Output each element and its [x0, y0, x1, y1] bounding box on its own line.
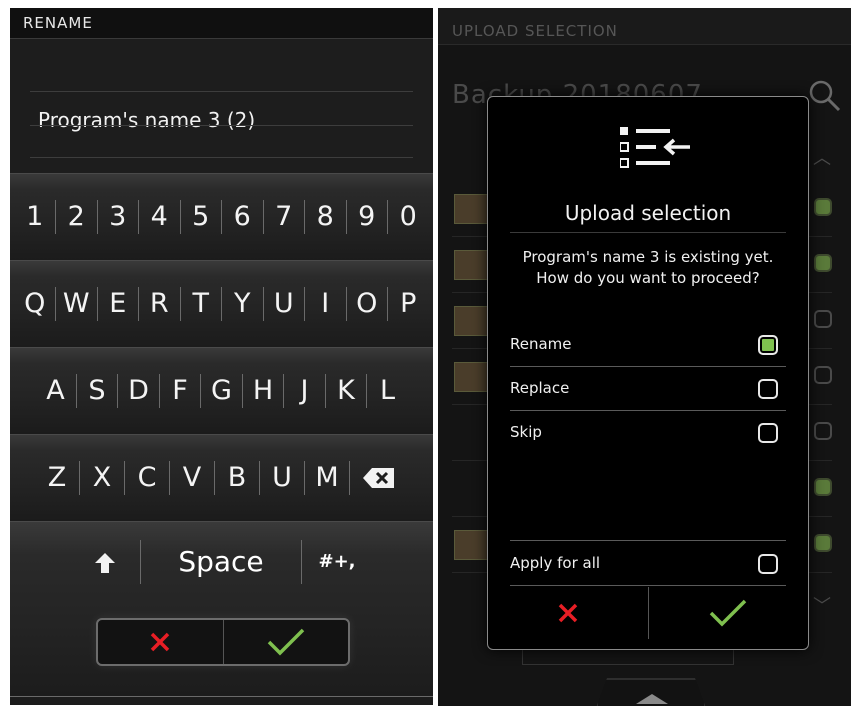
option-apply-for-all[interactable]: Apply for all	[510, 540, 786, 586]
option-label: Replace	[510, 379, 570, 397]
key-o[interactable]: O	[345, 287, 388, 321]
upload-selection-panel: UPLOAD SELECTION Backup 20180607 ︿ ﹀ Upl…	[438, 8, 851, 706]
upload-selection-header: UPLOAD SELECTION	[438, 8, 851, 45]
key-t[interactable]: T	[179, 287, 222, 321]
key-u2[interactable]: U	[259, 461, 304, 495]
option-replace[interactable]: Replace	[510, 366, 786, 411]
search-icon[interactable]	[807, 78, 841, 112]
dialog-title: Upload selection	[564, 201, 732, 225]
message-line-1: Program's name 3 is existing yet.	[522, 248, 774, 266]
skip-checkbox[interactable]	[758, 423, 778, 443]
keyboard-row-q: Q W E R T Y U I O P	[10, 260, 433, 347]
rename-keyboard-panel: RENAME Program's name 3 (2) 1 2 3 4 5 6 …	[10, 8, 433, 705]
dialog-confirm-button[interactable]	[647, 587, 809, 639]
upload-selection-dialog: Upload selection Program's name 3 is exi…	[487, 96, 809, 650]
keyboard-row-z: Z X C V B U M	[10, 434, 433, 521]
key-v[interactable]: V	[169, 461, 214, 495]
cancel-icon	[151, 632, 170, 652]
key-w[interactable]: W	[55, 287, 97, 321]
program-name-input[interactable]: Program's name 3 (2)	[30, 58, 413, 132]
key-9[interactable]: 9	[345, 200, 388, 234]
key-d[interactable]: D	[117, 374, 159, 408]
key-j[interactable]: J	[283, 374, 325, 408]
replace-checkbox[interactable]	[758, 379, 778, 399]
key-8[interactable]: 8	[304, 200, 346, 234]
key-g[interactable]: G	[200, 374, 242, 408]
key-y[interactable]: Y	[221, 287, 263, 321]
key-q[interactable]: Q	[15, 287, 56, 321]
chevron-down-icon[interactable]: ﹀	[813, 592, 831, 618]
key-7[interactable]: 7	[262, 200, 305, 234]
key-6[interactable]: 6	[221, 200, 263, 234]
shift-icon	[95, 553, 115, 573]
empty-line	[30, 124, 413, 158]
key-3[interactable]: 3	[96, 200, 139, 234]
confirm-icon	[267, 628, 304, 656]
chevron-up-icon[interactable]: ︿	[813, 144, 831, 170]
key-s[interactable]: S	[75, 374, 118, 408]
space-key[interactable]: Space	[140, 540, 302, 584]
dialog-cancel-button[interactable]	[488, 587, 648, 639]
key-b[interactable]: B	[214, 461, 259, 495]
list-upload-icon	[620, 127, 690, 168]
bottom-drawer-tab[interactable]	[596, 678, 706, 706]
rename-cancel-button[interactable]	[98, 620, 223, 664]
key-4[interactable]: 4	[138, 200, 180, 234]
key-e[interactable]: E	[96, 287, 139, 321]
rename-header: RENAME	[10, 8, 433, 39]
key-h[interactable]: H	[241, 374, 284, 408]
key-c[interactable]: C	[124, 461, 169, 495]
key-r[interactable]: R	[138, 287, 180, 321]
key-5[interactable]: 5	[179, 200, 222, 234]
key-i[interactable]: I	[304, 287, 346, 321]
apply-for-all-checkbox[interactable]	[758, 554, 778, 574]
key-k[interactable]: K	[324, 374, 367, 408]
key-a[interactable]: A	[35, 374, 76, 408]
key-z[interactable]: Z	[35, 461, 79, 495]
title-divider	[510, 232, 786, 233]
rename-action-bar	[96, 618, 350, 666]
key-m[interactable]: M	[304, 461, 349, 495]
key-2[interactable]: 2	[55, 200, 97, 234]
rename-checkbox[interactable]	[758, 335, 778, 355]
message-line-2: How do you want to proceed?	[536, 269, 760, 287]
dialog-message: Program's name 3 is existing yet. How do…	[498, 247, 798, 289]
backspace-key[interactable]	[349, 461, 408, 495]
option-label: Apply for all	[510, 554, 601, 572]
option-skip[interactable]: Skip	[510, 410, 786, 454]
rename-confirm-button[interactable]	[222, 620, 349, 664]
keyboard-row-a: A S D F G H J K L	[10, 347, 433, 434]
option-label: Skip	[510, 423, 542, 441]
keyboard-number-row: 1 2 3 4 5 6 7 8 9 0	[10, 173, 433, 260]
bottom-divider	[10, 696, 433, 697]
keyboard-bottom-row: Space #+,	[10, 521, 433, 705]
empty-line	[30, 92, 413, 126]
key-0[interactable]: 0	[387, 200, 429, 234]
cancel-icon	[558, 603, 577, 623]
key-f[interactable]: F	[158, 374, 201, 408]
backspace-icon	[363, 468, 394, 488]
dialog-footer	[488, 587, 808, 639]
confirm-icon	[710, 599, 747, 627]
shift-key[interactable]	[88, 540, 122, 584]
key-1[interactable]: 1	[15, 200, 56, 234]
key-p[interactable]: P	[387, 287, 429, 321]
key-l[interactable]: L	[366, 374, 408, 408]
symbols-key[interactable]: #+,	[312, 540, 362, 584]
option-label: Rename	[510, 335, 572, 353]
key-x[interactable]: X	[79, 461, 124, 495]
option-rename[interactable]: Rename	[510, 322, 786, 367]
key-u[interactable]: U	[262, 287, 305, 321]
